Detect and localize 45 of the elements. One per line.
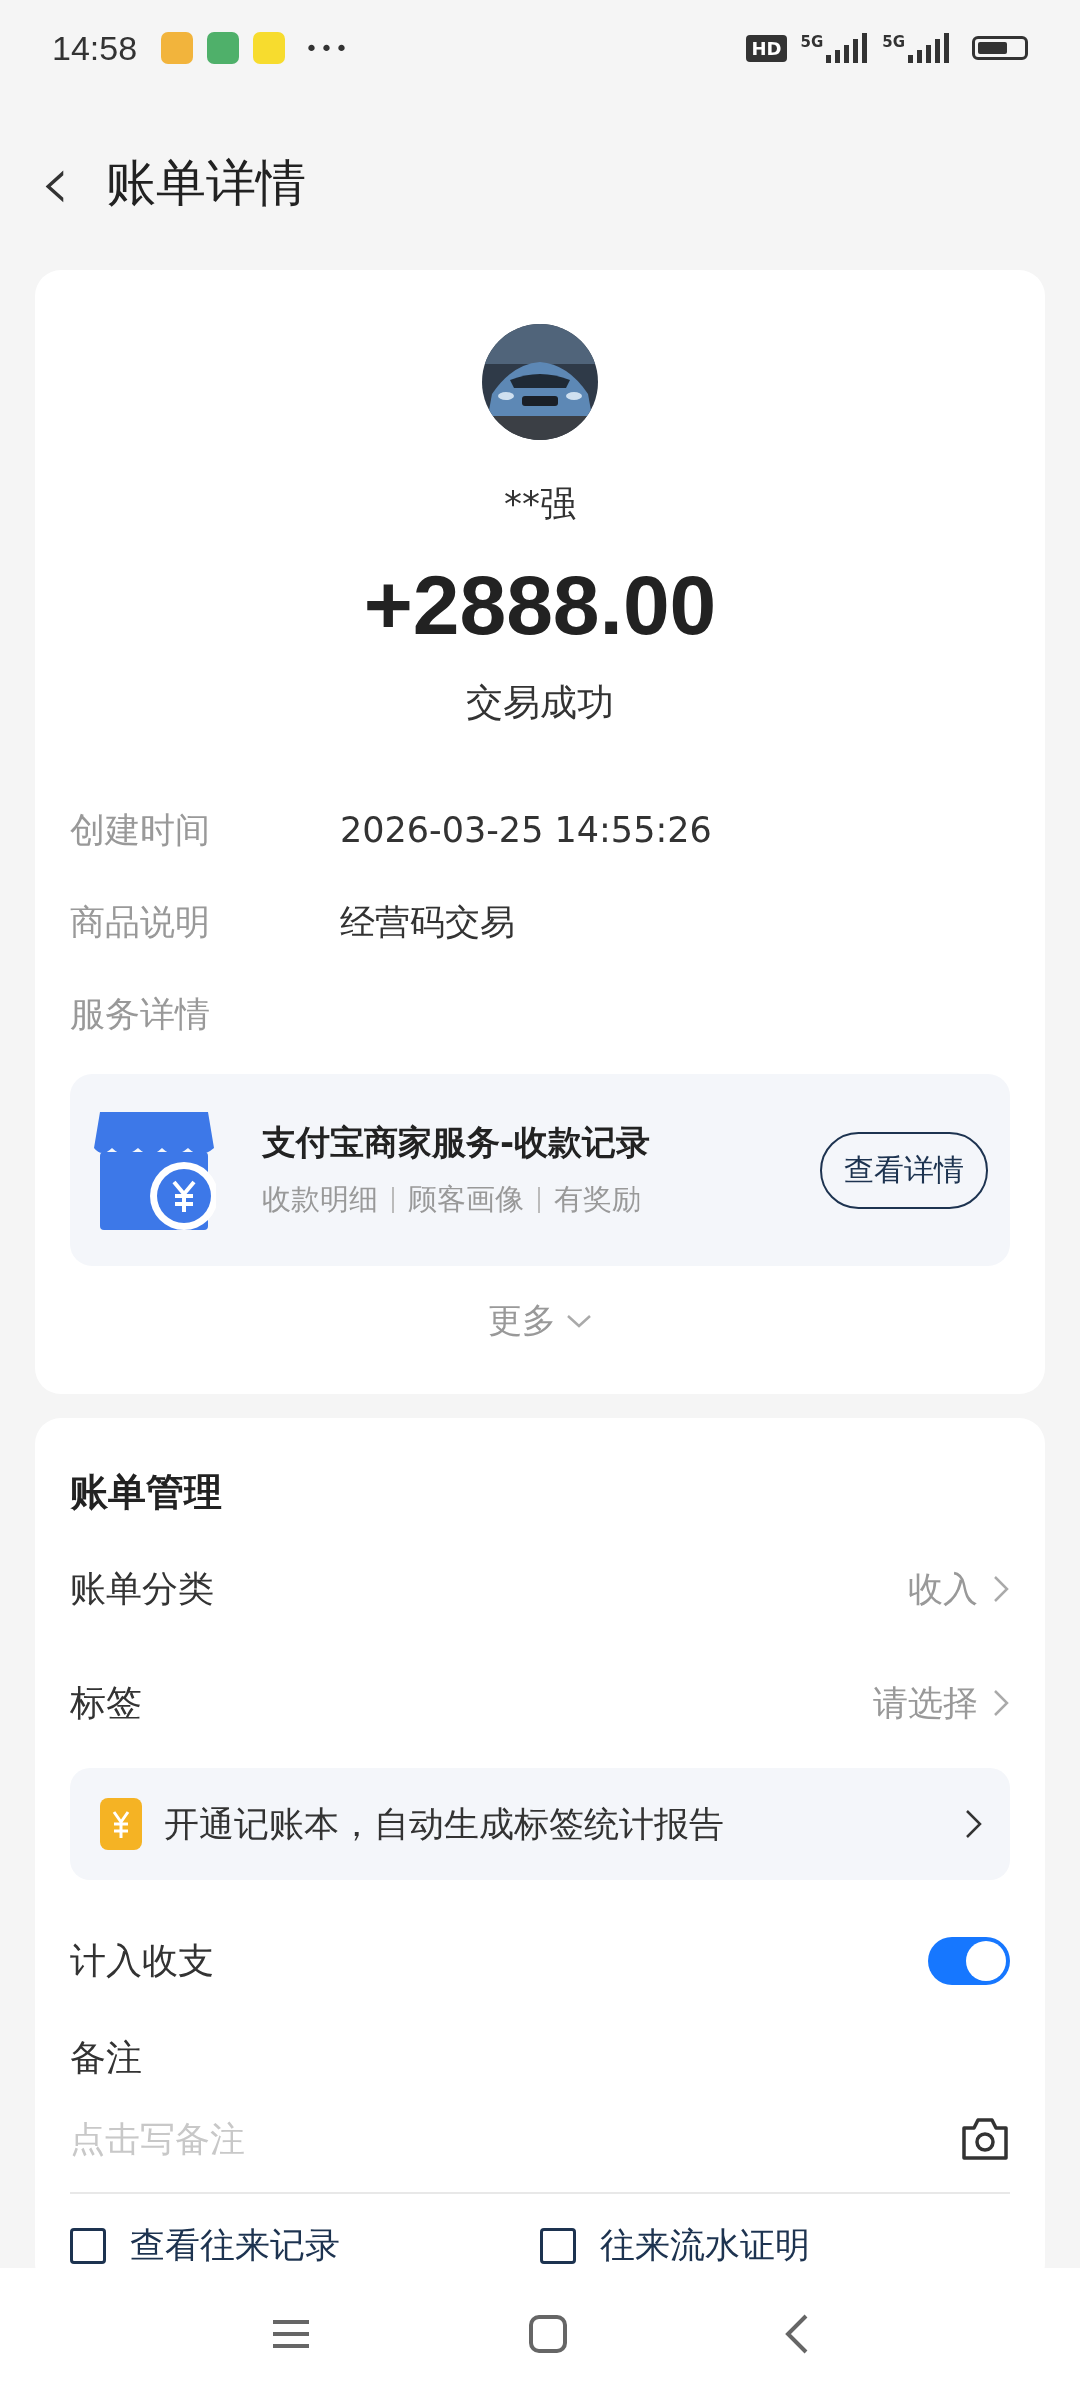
setting-value: 请选择 <box>873 1681 978 1725</box>
setting-row[interactable]: 账单分类 收入 <box>70 1532 1010 1646</box>
service-tag: 有奖励 <box>554 1180 641 1220</box>
coupon-icon <box>100 1798 142 1850</box>
more-notifications: ••• <box>305 35 351 61</box>
toggle-switch[interactable] <box>928 1937 1010 1985</box>
home-icon[interactable] <box>529 2315 567 2353</box>
chevron-down-icon <box>566 1313 592 1329</box>
detail-value: 2026-03-25 14:55:26 <box>340 810 712 850</box>
setting-label: 计入收支 <box>70 1938 215 1983</box>
transaction-status: 交易成功 <box>466 680 614 726</box>
view-details-button[interactable]: 查看详情 <box>820 1131 988 1209</box>
camera-icon[interactable] <box>960 2116 1010 2162</box>
promo-text: 开通记账本，自动生成标签统计报告 <box>164 1802 725 1846</box>
battery-icon <box>972 36 1028 60</box>
page-title: 账单详情 <box>106 152 307 214</box>
record-link[interactable]: 查看往来记录 <box>70 2222 540 2268</box>
detail-label: 创建时间 <box>70 808 211 852</box>
signal-icon <box>824 33 869 63</box>
service-panel[interactable]: 支付宝商家服务-收款记录 收款明细 顾客画像 有奖励 查看详情 <box>70 1074 1010 1266</box>
service-tag: 顾客画像 <box>408 1180 524 1220</box>
network-label: 5G <box>882 33 905 51</box>
detail-label: 商品说明 <box>70 900 211 944</box>
setting-value: 收入 <box>908 1567 978 1611</box>
signal-icon <box>906 33 950 63</box>
note-label: 备注 <box>70 2035 143 2080</box>
chevron-right-icon <box>964 1808 984 1840</box>
chevron-right-icon <box>992 1574 1010 1604</box>
detail-value: 经营码交易 <box>340 900 515 944</box>
record-link[interactable]: 往来流水证明 <box>540 2222 1010 2268</box>
service-title: 支付宝商家服务-收款记录 <box>262 1121 652 1164</box>
detail-label: 服务详情 <box>70 992 211 1036</box>
section-title: 账单管理 <box>70 1468 223 1516</box>
back-icon[interactable] <box>785 2314 809 2354</box>
hd-badge: HD <box>746 34 787 62</box>
promo-banner[interactable]: 开通记账本，自动生成标签统计报告 <box>70 1768 1010 1880</box>
setting-row[interactable]: 标签 请选择 <box>70 1646 1010 1760</box>
network-label: 5G <box>800 33 824 51</box>
back-button[interactable]: ‹ <box>40 145 71 221</box>
chevron-right-icon <box>992 1688 1010 1718</box>
amount: +2888.00 <box>363 557 717 654</box>
service-tag: 收款明细 <box>262 1180 378 1220</box>
menu-icon[interactable] <box>271 2319 311 2349</box>
status-time: 14:58 <box>52 28 138 68</box>
payer-name: **强 <box>504 482 576 526</box>
